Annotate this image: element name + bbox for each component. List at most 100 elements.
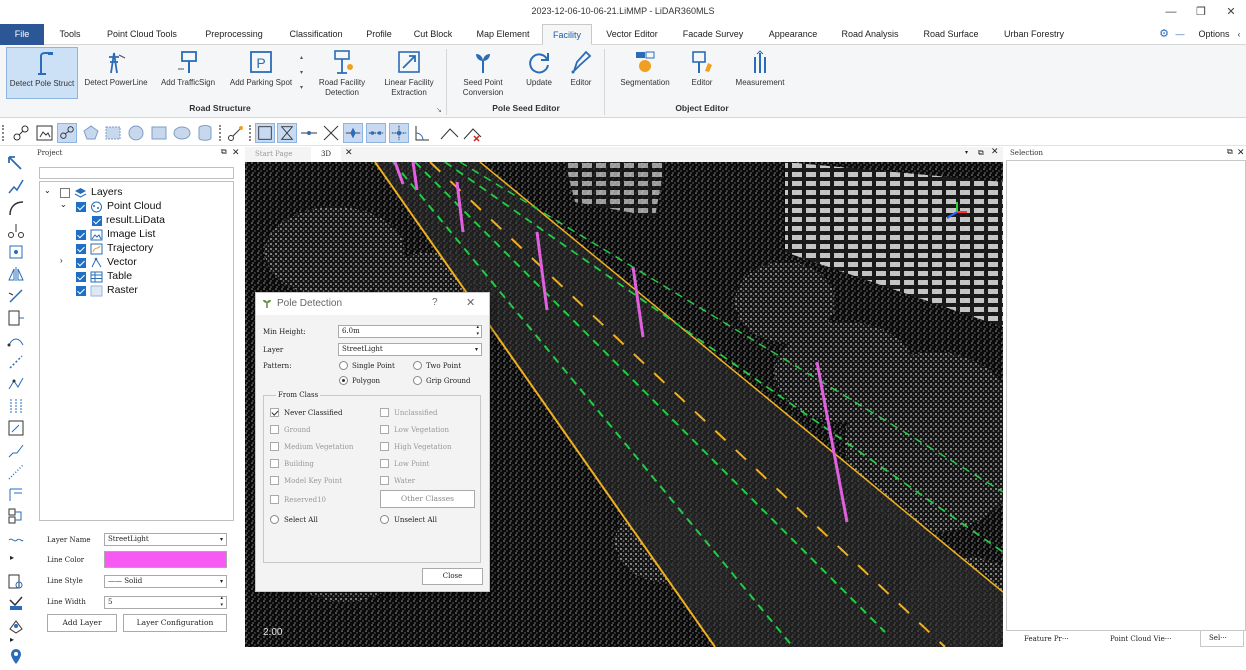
segmentation-button[interactable]: Segmentation	[612, 47, 678, 103]
line-style-select[interactable]: —— Solid ▾	[104, 575, 227, 588]
offset-line-icon[interactable]	[7, 485, 25, 503]
close-tab-icon[interactable]: ✕	[345, 148, 353, 158]
menu-tab-map-element[interactable]: Map Element	[470, 24, 536, 45]
menu-tab-profile[interactable]: Profile	[360, 24, 398, 45]
check-document-icon[interactable]	[7, 595, 25, 613]
line-width-spinbox[interactable]: 5 ▴ ▾	[104, 595, 227, 609]
radio-select-all[interactable]	[270, 515, 279, 524]
checkbox-never-classified[interactable]	[270, 408, 279, 417]
checkbox-ground[interactable]	[270, 425, 279, 434]
zigzag-icon[interactable]	[7, 375, 25, 393]
add-layer-button[interactable]: Add Layer	[47, 614, 117, 632]
box-tool-icon[interactable]	[255, 123, 275, 143]
checkbox[interactable]	[76, 202, 86, 212]
collapse-ribbon-icon[interactable]: —	[1174, 24, 1186, 45]
dialog-launcher-icon[interactable]: ↘	[436, 106, 442, 114]
line-point-icon[interactable]	[299, 123, 319, 143]
collapse-chevron-icon[interactable]: ⌄	[44, 186, 51, 195]
checkbox[interactable]	[76, 286, 86, 296]
menu-tab-tools[interactable]: Tools	[50, 24, 90, 45]
hourglass-tool-icon[interactable]	[277, 123, 297, 143]
split-point-icon[interactable]	[343, 123, 363, 143]
radio-two-point[interactable]	[413, 361, 422, 370]
circle-select-icon[interactable]	[126, 123, 146, 143]
node-link-icon[interactable]	[7, 221, 25, 239]
checkbox[interactable]	[92, 216, 102, 226]
pointer-arrow-icon[interactable]	[7, 155, 25, 173]
group-boxes-icon[interactable]	[7, 507, 25, 525]
checkbox-model-key-point[interactable]	[270, 476, 279, 485]
options-menu[interactable]: Options	[1192, 24, 1236, 45]
checkbox[interactable]	[76, 258, 86, 268]
object-editor-button[interactable]: Editor	[684, 47, 720, 103]
add-parking-spot-button[interactable]: P Add Parking Spot	[226, 47, 296, 99]
delete-vertex-icon[interactable]	[462, 123, 482, 143]
checkbox[interactable]	[76, 230, 86, 240]
square-shape-icon[interactable]	[149, 123, 169, 143]
line-color-swatch[interactable]	[104, 551, 227, 568]
wave-line-icon[interactable]	[7, 531, 25, 549]
tab-3d[interactable]: 3D	[311, 147, 341, 162]
close-button[interactable]: Close	[422, 568, 483, 585]
stair-line-icon[interactable]	[7, 441, 25, 459]
layer-name-select[interactable]: StreetLight ▾	[104, 533, 227, 546]
rectangle-select-icon[interactable]	[103, 123, 123, 143]
layer-configuration-button[interactable]: Layer Configuration	[123, 614, 227, 632]
menu-tab-point-cloud-tools[interactable]: Point Cloud Tools	[100, 24, 184, 45]
float-view-icon[interactable]: ⧉	[978, 148, 984, 158]
help-button[interactable]: ?	[432, 297, 438, 308]
linear-facility-extraction-button[interactable]: Linear Facility Extraction	[378, 47, 440, 103]
radio-single-point[interactable]	[339, 361, 348, 370]
close-window-button[interactable]: ✕	[1220, 3, 1242, 21]
picture-select-icon[interactable]	[35, 123, 55, 143]
float-panel-icon[interactable]: ⧉	[221, 147, 227, 157]
vertical-lines-icon[interactable]	[7, 397, 25, 415]
checkbox-medium-vegetation[interactable]	[270, 442, 279, 451]
tab-selection[interactable]: Sel···	[1200, 631, 1244, 647]
ribbon-gallery-scroll[interactable]: ▴ ▾ ▾	[300, 51, 308, 97]
menu-tab-road-surface[interactable]: Road Surface	[918, 24, 984, 45]
dashed-line-icon[interactable]	[7, 353, 25, 371]
angle-tool-icon[interactable]	[412, 123, 432, 143]
spin-arrows-icon[interactable]: ▴ ▾	[220, 595, 223, 609]
detect-powerline-button[interactable]: Detect PowerLine	[82, 47, 150, 99]
cylinder-shape-icon[interactable]	[195, 123, 215, 143]
close-panel-icon[interactable]: ✕	[1237, 147, 1245, 158]
seed-editor-button[interactable]: Editor	[564, 47, 598, 103]
measurement-button[interactable]: Measurement	[728, 47, 792, 103]
pen-line-icon[interactable]	[7, 287, 25, 305]
ellipse-shape-icon[interactable]	[172, 123, 192, 143]
multi-point-icon[interactable]	[366, 123, 386, 143]
checkbox[interactable]	[76, 272, 86, 282]
settings-gear-icon[interactable]: ⚙	[1156, 24, 1172, 45]
float-panel-icon[interactable]: ⧉	[1227, 147, 1233, 157]
arc-draw-icon[interactable]	[7, 199, 25, 217]
frame-edit-icon[interactable]	[7, 419, 25, 437]
collapse-chevron-icon[interactable]: ⌄	[60, 200, 67, 209]
expand-chevron-icon[interactable]: ›	[60, 256, 63, 265]
expand-arrow-icon[interactable]: ▸	[10, 635, 14, 644]
search-document-icon[interactable]	[7, 573, 25, 591]
checkbox-low-point[interactable]	[380, 459, 389, 468]
spin-arrows-icon[interactable]: ▴ ▾	[476, 324, 479, 338]
detect-pole-struct-button[interactable]: Detect Pole Struct	[6, 47, 78, 99]
add-trafficsign-button[interactable]: Add TrafficSign	[156, 47, 220, 99]
checkbox-building[interactable]	[270, 459, 279, 468]
radio-polygon[interactable]	[339, 376, 348, 385]
minimize-button[interactable]: —	[1160, 3, 1182, 21]
polygon-shape-icon[interactable]	[81, 123, 101, 143]
checkbox[interactable]	[60, 188, 70, 198]
menu-tab-facility[interactable]: Facility	[542, 24, 592, 45]
other-classes-button[interactable]: Other Classes	[380, 490, 475, 508]
split-box-icon[interactable]	[7, 309, 25, 327]
checkbox-water[interactable]	[380, 476, 389, 485]
project-filter-input[interactable]	[39, 167, 234, 179]
min-height-spinbox[interactable]: 6.0m ▴ ▾	[338, 324, 482, 338]
menu-tab-file[interactable]: File	[0, 24, 44, 45]
menu-tab-appearance[interactable]: Appearance	[762, 24, 824, 45]
dotted-diagonal-icon[interactable]	[7, 463, 25, 481]
menu-tab-vector-editor[interactable]: Vector Editor	[600, 24, 664, 45]
polyline-draw-icon[interactable]	[7, 177, 25, 195]
box-measure-icon[interactable]	[7, 617, 25, 635]
menu-tab-classification[interactable]: Classification	[284, 24, 348, 45]
